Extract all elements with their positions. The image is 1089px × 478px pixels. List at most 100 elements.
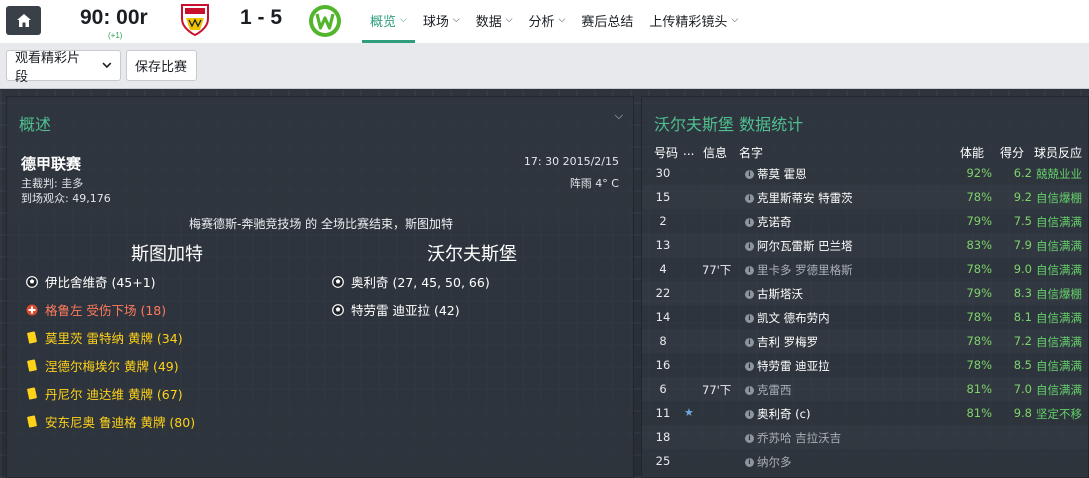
nav-tab-0[interactable]: 概览 ⌵ [362, 0, 415, 43]
event-text: 伊比舍维奇 (45+1) [45, 275, 156, 290]
home-button[interactable] [6, 6, 41, 35]
main-nav: 概览 ⌵ 球场 ⌵ 数据 ⌵ 分析 ⌵ 赛后总结 上传精彩镜头 ⌵ [362, 0, 746, 43]
table-row[interactable]: 6 77'下 i 克雷西 81% 7.0 自信满满 [642, 377, 1088, 401]
col-header-number[interactable]: 号码 [654, 144, 678, 161]
table-row[interactable]: 22 i 古斯塔沃 79% 8.3 自信爆棚 [642, 281, 1088, 305]
player-rating: 9.2 [1013, 190, 1032, 204]
table-row[interactable]: 2 i 克诺奇 79% 7.5 自信满满 [642, 209, 1088, 233]
nav-tab-label: 概览 [370, 14, 397, 30]
nav-tab-5[interactable]: 上传精彩镜头 ⌵ [641, 0, 746, 43]
player-rating: 7.0 [1013, 382, 1032, 396]
table-row[interactable]: 25 i 纳尔多 [642, 449, 1088, 473]
player-rating: 8.5 [1013, 358, 1032, 372]
player-name-cell[interactable]: i 克雷西 [745, 382, 792, 398]
col-header-info[interactable]: 信息 [703, 144, 727, 161]
player-name-cell[interactable]: i 克诺奇 [745, 214, 792, 230]
player-condition: 83% [966, 238, 992, 252]
nav-tab-1[interactable]: 球场 ⌵ [415, 0, 468, 43]
yellow-card-icon [25, 359, 39, 373]
player-number: 30 [655, 166, 671, 180]
event-text: 奥利奇 (27, 45, 50, 66) [351, 275, 490, 290]
match-score: 1 - 5 [240, 6, 283, 29]
player-number: 14 [655, 310, 671, 324]
player-condition: 78% [966, 190, 992, 204]
table-row[interactable]: 30 i 蒂莫 霍恩 92% 6.2 兢兢业业 [642, 161, 1088, 185]
match-event: 涅德尔梅埃尔 黄牌 (49) [25, 356, 179, 375]
nav-tab-label: 球场 [422, 14, 449, 30]
player-name-cell[interactable]: i 里卡多 罗德里格斯 [745, 262, 853, 278]
player-reaction: 自信满满 [1036, 311, 1082, 325]
player-name: 阿尔瓦雷斯 巴兰塔 [757, 239, 853, 253]
info-icon: i [745, 218, 754, 227]
player-number: 4 [659, 262, 667, 276]
info-icon: i [745, 386, 754, 395]
save-match-button[interactable]: 保存比赛 [126, 50, 197, 81]
info-icon: i [745, 242, 754, 251]
col-header-more[interactable]: ... [683, 144, 694, 158]
player-info: 77'下 [702, 383, 732, 397]
player-name: 里卡多 罗德里格斯 [757, 263, 853, 277]
player-name: 克雷西 [757, 383, 792, 397]
player-condition: 79% [966, 286, 992, 300]
nav-tab-3[interactable]: 分析 ⌵ [521, 0, 574, 43]
away-team-name: 沃尔夫斯堡 [427, 244, 517, 265]
info-icon: i [745, 434, 754, 443]
player-name: 特劳雷 迪亚拉 [757, 359, 830, 373]
player-condition: 92% [966, 166, 992, 180]
player-name-cell[interactable]: i 特劳雷 迪亚拉 [745, 358, 830, 374]
player-number: 25 [655, 454, 671, 468]
nav-tab-2[interactable]: 数据 ⌵ [468, 0, 521, 43]
table-row[interactable]: 16 i 特劳雷 迪亚拉 78% 8.5 自信满满 [642, 353, 1088, 377]
match-event: 丹尼尔 迪达维 黄牌 (67) [25, 384, 183, 403]
event-text: 涅德尔梅埃尔 黄牌 (49) [45, 359, 179, 374]
player-name-cell[interactable]: i 凯文 德布劳内 [745, 310, 830, 326]
table-row[interactable]: 18 i 乔苏哈 吉拉沃吉 [642, 425, 1088, 449]
player-name-cell[interactable]: i 纳尔多 [745, 454, 792, 470]
col-header-name[interactable]: 名字 [739, 144, 763, 161]
match-event: 安东尼奥 鲁迪格 黄牌 (80) [25, 412, 195, 431]
player-name-cell[interactable]: i 乔苏哈 吉拉沃吉 [745, 430, 841, 446]
table-row[interactable]: 14 i 凯文 德布劳内 78% 8.1 自信满满 [642, 305, 1088, 329]
player-name-cell[interactable]: i 吉利 罗梅罗 [745, 334, 818, 350]
info-icon: i [745, 362, 754, 371]
info-icon: i [745, 314, 754, 323]
player-name: 蒂莫 霍恩 [757, 167, 807, 181]
table-row[interactable]: 11 ★ i 奥利奇 (c) 81% 9.8 坚定不移 [642, 401, 1088, 425]
overview-title: 概述 [19, 115, 52, 134]
player-name: 古斯塔沃 [757, 287, 803, 301]
yellow-card-icon [25, 331, 39, 345]
injury-cross-icon [25, 303, 39, 317]
player-reaction: 自信满满 [1036, 383, 1082, 397]
player-condition: 78% [966, 310, 992, 324]
save-match-label: 保存比赛 [135, 60, 188, 75]
watch-highlights-button[interactable]: 观看精彩片段 [6, 50, 121, 85]
player-name-cell[interactable]: i 蒂莫 霍恩 [745, 166, 807, 182]
table-row[interactable]: 15 i 克里斯蒂安 特雷茨 78% 9.2 自信爆棚 [642, 185, 1088, 209]
player-name: 吉利 罗梅罗 [757, 335, 819, 349]
event-text: 莫里茨 雷特纳 黄牌 (34) [45, 331, 183, 346]
player-name-cell[interactable]: i 克里斯蒂安 特雷茨 [745, 190, 853, 206]
player-name-cell[interactable]: i 阿尔瓦雷斯 巴兰塔 [745, 238, 853, 254]
player-reaction: 自信满满 [1036, 215, 1082, 229]
player-reaction: 自信满满 [1036, 359, 1082, 373]
goal-ball-icon [331, 275, 345, 289]
home-icon [16, 14, 31, 27]
table-row[interactable]: 8 i 吉利 罗梅罗 78% 7.2 自信满满 [642, 329, 1088, 353]
player-reaction: 坚定不移 [1036, 407, 1082, 421]
col-header-condition[interactable]: 体能 [960, 144, 984, 161]
player-name-cell[interactable]: i 奥利奇 (c) [745, 406, 810, 422]
chevron-down-icon [102, 62, 112, 69]
collapse-chevron-icon[interactable]: ⌵ [615, 109, 623, 123]
player-name-cell[interactable]: i 古斯塔沃 [745, 286, 803, 302]
col-header-reaction[interactable]: 球员反应 [1034, 144, 1082, 161]
nav-tab-4[interactable]: 赛后总结 [573, 0, 641, 43]
overview-panel: 概述 ⌵ 德甲联赛 主裁判: 圭多 到场观众: 49,176 17: 30 20… [6, 96, 634, 478]
yellow-card-icon [25, 387, 39, 401]
match-event: 特劳雷 迪亚拉 (42) [331, 300, 460, 319]
table-row[interactable]: 13 i 阿尔瓦雷斯 巴兰塔 83% 7.9 自信满满 [642, 233, 1088, 257]
col-header-rating[interactable]: 得分 [1000, 144, 1024, 161]
table-row[interactable]: 4 77'下 i 里卡多 罗德里格斯 78% 9.0 自信满满 [642, 257, 1088, 281]
result-summary: 梅赛德斯-奔驰竞技场 的 全场比赛结束，斯图加特 [189, 217, 453, 231]
player-reaction: 兢兢业业 [1036, 167, 1082, 181]
added-time: (+1) [108, 31, 123, 40]
